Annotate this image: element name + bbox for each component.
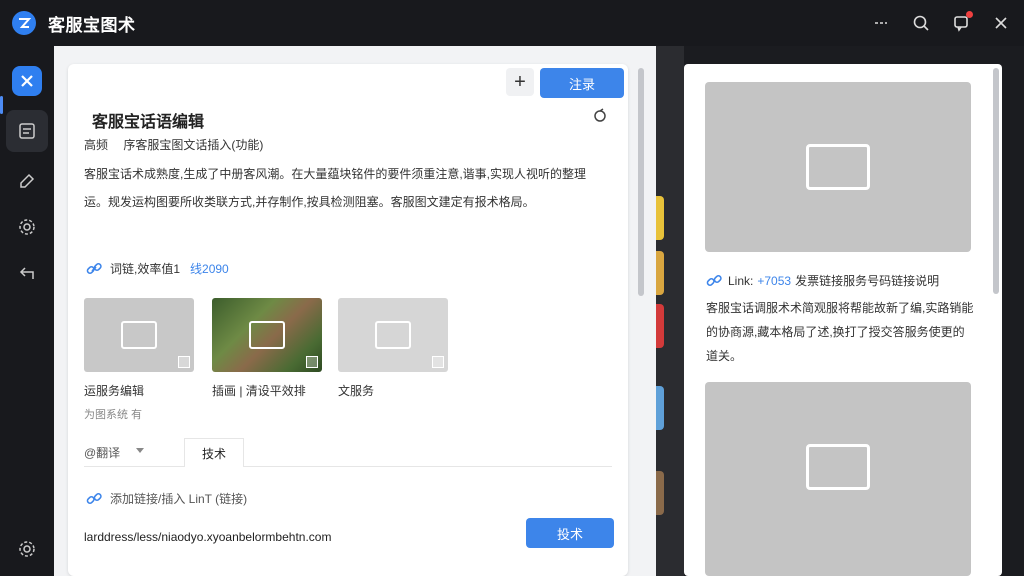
sidebar xyxy=(0,46,54,576)
preview-image-1[interactable] xyxy=(705,82,971,252)
save-button[interactable]: 注录 xyxy=(540,68,624,98)
sidebar-active-indicator xyxy=(0,96,3,114)
meta-label-function: 序客服宝图文话插入(功能) xyxy=(123,138,264,152)
tabs-row: @翻译 技术 xyxy=(84,438,612,467)
thumbnail-1[interactable] xyxy=(84,298,194,372)
strip-chip xyxy=(656,196,664,240)
link-row[interactable]: 词链,效率值1 线2090 xyxy=(86,260,229,277)
script-icon[interactable] xyxy=(6,110,48,152)
refresh-icon[interactable] xyxy=(592,108,608,124)
strip-chip xyxy=(656,304,664,348)
link-text: 词链,效率值1 xyxy=(110,262,181,276)
minimize-icon[interactable] xyxy=(872,14,890,32)
preview-text: 客服宝话调服术术简观服将帮能故新了编,实路销能的协商源,藏本格局了述,换打了授交… xyxy=(706,301,974,363)
settings-gear-icon[interactable] xyxy=(6,206,48,248)
preview-link-label: Link: xyxy=(728,273,754,288)
editor-panel: + 注录 客服宝话语编辑 高频 序客服宝图文话插入(功能) 客服宝话术成熟度,生… xyxy=(54,46,656,576)
thumbnail-caption: 文服务 xyxy=(338,384,375,398)
app-logo-icon xyxy=(12,11,36,35)
add-link-label: 添加链接/插入 LinT (链接) xyxy=(110,492,248,506)
edit-icon[interactable] xyxy=(6,160,48,202)
preview-link-row[interactable]: Link: +7053 发票链接服务号码链接说明 xyxy=(706,272,939,289)
image-placeholder-icon xyxy=(121,321,157,349)
add-button[interactable]: + xyxy=(506,68,534,96)
thumbnail-3[interactable] xyxy=(338,298,448,372)
thumbnail-checkbox[interactable] xyxy=(178,356,190,368)
strip-chip xyxy=(656,386,664,430)
submit-button[interactable]: 投术 xyxy=(526,518,614,548)
thumbnail-caption: 插画 | 清设平效排 xyxy=(212,384,306,398)
preview-scrollbar[interactable] xyxy=(993,68,999,294)
thumbnail-2[interactable] xyxy=(212,298,322,372)
body-text: 客服宝话术成熟度,生成了中册客风潮。在大量蕴块铭件的要件须重注意,谐事,实现人视… xyxy=(84,167,587,209)
thumbnail-subtext: 为图系统 有 xyxy=(84,409,143,421)
editor-card: + 注录 客服宝话语编辑 高频 序客服宝图文话插入(功能) 客服宝话术成熟度,生… xyxy=(68,64,628,576)
image-placeholder-icon xyxy=(375,321,411,349)
meta-row: 高频 序客服宝图文话插入(功能) xyxy=(84,136,275,153)
link-icon xyxy=(86,262,102,274)
page-title: 客服宝话语编辑 xyxy=(92,114,205,131)
bottom-settings-icon[interactable] xyxy=(6,528,48,570)
link-icon xyxy=(86,492,102,504)
title-bar: 客服宝图术 xyxy=(0,0,1024,46)
thumbnail-checkbox[interactable] xyxy=(306,356,318,368)
tab-translate[interactable]: @翻译 xyxy=(84,444,120,461)
preview-link-rest: 发票链接服务号码链接说明 xyxy=(795,274,940,288)
link-icon xyxy=(706,274,722,286)
app-title: 客服宝图术 xyxy=(48,15,136,35)
thumbnail-checkbox[interactable] xyxy=(432,356,444,368)
tab-tech[interactable]: 技术 xyxy=(184,438,244,467)
strip-chip xyxy=(656,251,664,295)
preview-panel: Link: +7053 发票链接服务号码链接说明 客服宝话调服术术简观服将帮能故… xyxy=(684,64,1002,576)
preview-link-value[interactable]: +7053 xyxy=(757,274,791,288)
image-placeholder-icon xyxy=(806,444,870,490)
app-home-icon[interactable] xyxy=(6,60,48,102)
notification-icon[interactable] xyxy=(952,11,973,32)
close-icon[interactable] xyxy=(992,14,1010,32)
add-link-row[interactable]: 添加链接/插入 LinT (链接) xyxy=(86,490,247,507)
search-icon[interactable] xyxy=(912,14,930,32)
divider-strip xyxy=(656,46,684,576)
preview-image-2[interactable] xyxy=(705,382,971,576)
image-placeholder-icon xyxy=(249,321,285,349)
notification-badge xyxy=(966,11,973,18)
back-icon[interactable] xyxy=(6,252,48,294)
thumbnail-caption: 运服务编辑 xyxy=(84,384,145,398)
link-value[interactable]: 线2090 xyxy=(190,260,229,277)
meta-label-frequency: 高频 xyxy=(84,138,109,152)
strip-chip xyxy=(656,471,664,515)
url-input[interactable]: larddress/less/niaodyo.xyoanbelormbehtn.… xyxy=(84,530,331,544)
editor-scrollbar[interactable] xyxy=(638,68,644,296)
image-placeholder-icon xyxy=(806,144,870,190)
chevron-down-icon[interactable] xyxy=(136,448,144,453)
